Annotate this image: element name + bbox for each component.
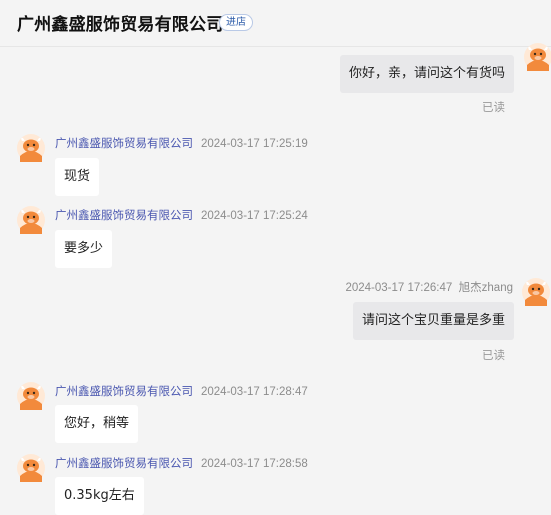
message-meta: 广州鑫盛服饰贸易有限公司 2024-03-17 17:25:24 (55, 207, 308, 223)
message-time: 2024-03-17 17:26:47 (345, 282, 453, 294)
cow-mascot-icon (17, 134, 45, 162)
message-bubble[interactable]: 要多少 (55, 230, 113, 268)
cow-mascot-icon (17, 454, 45, 482)
enter-shop-button[interactable]: 进店 (219, 14, 253, 31)
shop-name-title: 广州鑫盛服饰贸易有限公司 (17, 15, 224, 35)
cow-mascot-icon (17, 206, 45, 234)
message-time: 2024-03-17 17:25:24 (201, 210, 308, 222)
seller-avatar[interactable] (17, 382, 45, 410)
message-meta-mine: 2024-03-17 17:26:47 旭杰zhang (345, 279, 513, 295)
chat-header: 广州鑫盛服饰贸易有限公司 进店 (0, 0, 551, 47)
message-bubble-mine[interactable]: 你好，亲，请问这个有货吗 (339, 55, 514, 93)
read-status: 已读 (482, 348, 505, 362)
message-bubble[interactable]: 0.35kg左右 (55, 477, 144, 515)
message-meta: 广州鑫盛服饰贸易有限公司 2024-03-17 17:28:58 (55, 455, 308, 471)
user-avatar[interactable] (524, 43, 551, 71)
sender-name-mine: 旭杰zhang (458, 282, 513, 294)
message-time: 2024-03-17 17:25:19 (201, 138, 308, 150)
message-time: 2024-03-17 17:28:47 (201, 386, 308, 398)
user-avatar[interactable] (522, 278, 550, 306)
message-time: 2024-03-17 17:28:58 (201, 458, 308, 470)
message-bubble[interactable]: 现货 (55, 158, 100, 196)
message-bubble[interactable]: 您好，稍等 (55, 405, 139, 443)
sender-name[interactable]: 广州鑫盛服饰贸易有限公司 (55, 386, 193, 398)
sender-name[interactable]: 广州鑫盛服饰贸易有限公司 (55, 458, 193, 470)
message-meta: 广州鑫盛服饰贸易有限公司 2024-03-17 17:28:47 (55, 383, 308, 399)
sender-name[interactable]: 广州鑫盛服饰贸易有限公司 (55, 138, 193, 150)
read-status: 已读 (482, 100, 505, 114)
sender-name[interactable]: 广州鑫盛服饰贸易有限公司 (55, 210, 193, 222)
message-meta: 广州鑫盛服饰贸易有限公司 2024-03-17 17:25:19 (55, 135, 308, 151)
seller-avatar[interactable] (17, 134, 45, 162)
seller-avatar[interactable] (17, 206, 45, 234)
cow-mascot-icon (522, 278, 550, 306)
cow-mascot-icon (524, 43, 551, 71)
seller-avatar[interactable] (17, 454, 45, 482)
cow-mascot-icon (17, 382, 45, 410)
message-bubble-mine[interactable]: 请问这个宝贝重量是多重 (352, 302, 514, 340)
